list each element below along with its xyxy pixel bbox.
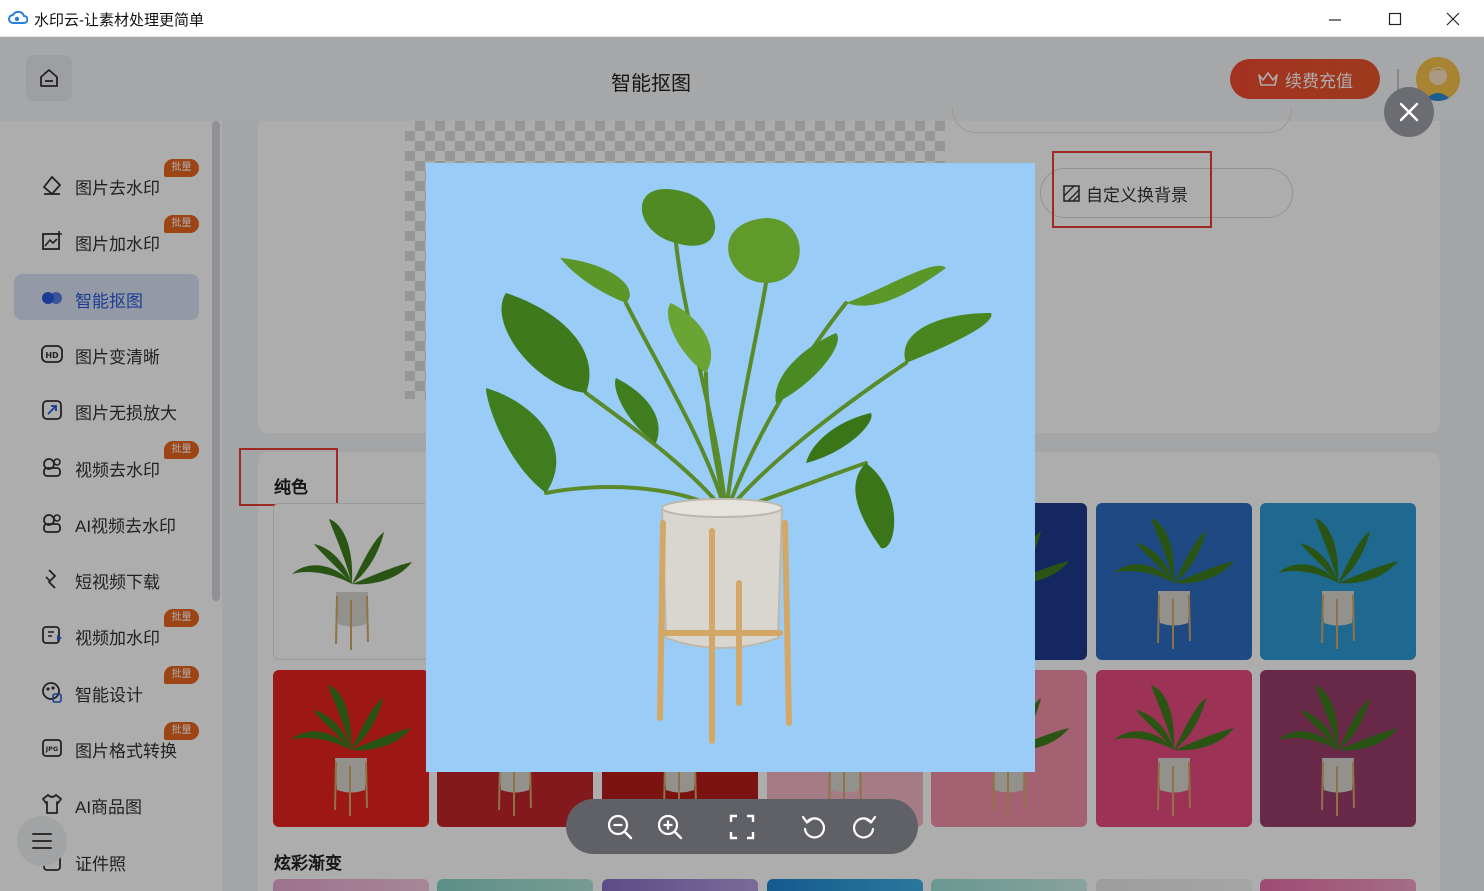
rotate-left-icon — [801, 815, 825, 839]
rotate-right-button[interactable] — [846, 809, 882, 845]
window-titlebar: 水印云-让素材处理更简单 — [0, 0, 1484, 37]
preview-image — [426, 163, 1035, 772]
close-preview-button[interactable] — [1384, 87, 1434, 137]
preview-toolbar — [566, 799, 918, 854]
maximize-button[interactable] — [1366, 0, 1424, 37]
cloud-logo-icon — [8, 10, 28, 24]
fit-screen-button[interactable] — [724, 809, 760, 845]
close-window-button[interactable] — [1424, 0, 1482, 37]
close-icon — [1446, 12, 1460, 25]
close-icon — [1399, 102, 1419, 122]
fit-screen-icon — [729, 814, 755, 840]
minimize-button[interactable] — [1306, 0, 1364, 37]
maximize-icon — [1388, 12, 1402, 25]
potted-plant-image — [486, 188, 992, 744]
window-title: 水印云-让素材处理更简单 — [34, 12, 204, 29]
zoom-in-button[interactable] — [652, 809, 688, 845]
rotate-right-icon — [853, 815, 877, 839]
rotate-left-button[interactable] — [796, 809, 832, 845]
zoom-out-button[interactable] — [602, 809, 638, 845]
zoom-out-icon — [607, 814, 633, 840]
minimize-icon — [1329, 18, 1341, 21]
zoom-in-icon — [657, 814, 683, 840]
